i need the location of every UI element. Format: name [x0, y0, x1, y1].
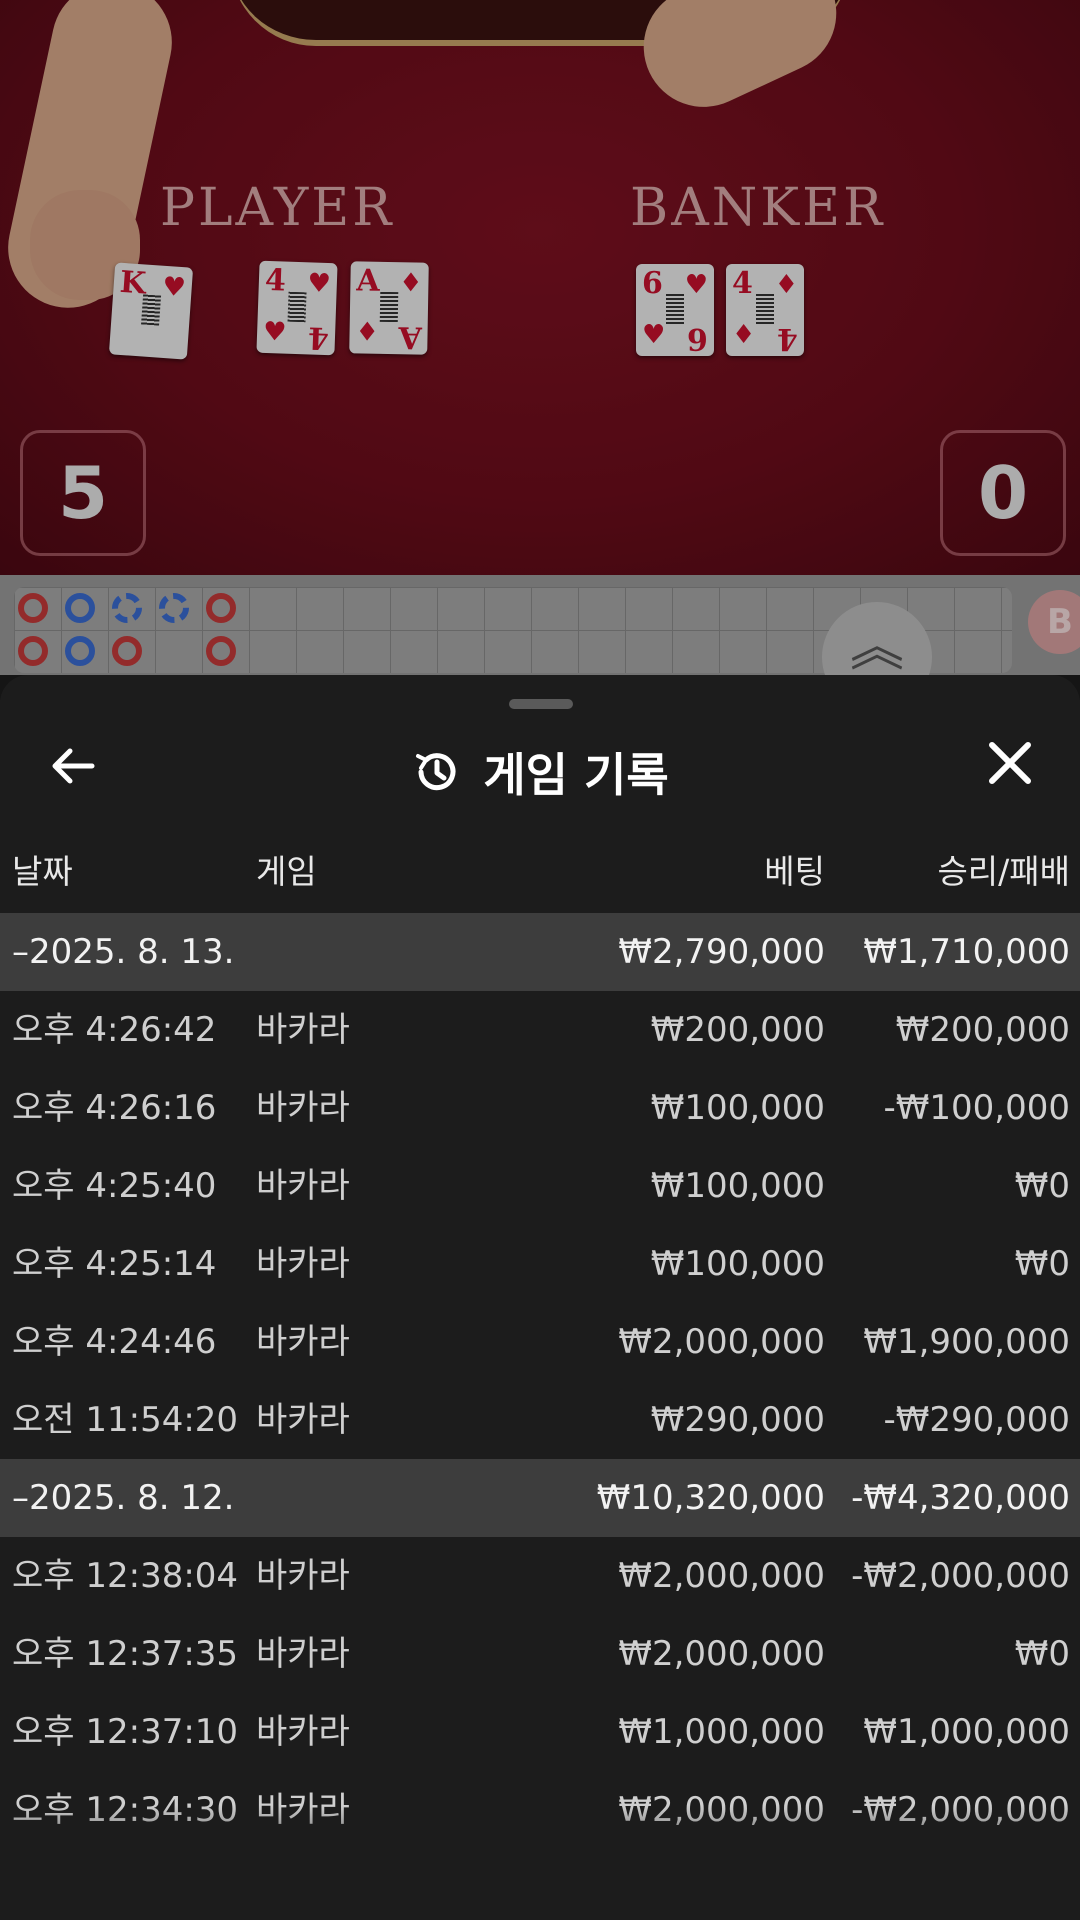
col-result: 승리/패배 — [937, 852, 1070, 891]
row-result: ₩200,000 — [895, 1010, 1070, 1050]
row-result: -₩290,000 — [883, 1400, 1071, 1440]
row-time: 오후 4:26:42 — [12, 1010, 217, 1050]
history-row[interactable]: 오후 4:25:14 바카라 ₩100,000 ₩0 — [0, 1225, 1080, 1303]
row-result: -₩2,000,000 — [851, 1556, 1070, 1596]
group-date: –2025. 8. 13. — [12, 932, 235, 972]
close-icon[interactable] — [980, 739, 1040, 799]
history-row[interactable]: 오후 12:37:10 바카라 ₩1,000,000 ₩1,000,000 — [0, 1693, 1080, 1771]
row-bet: ₩2,000,000 — [618, 1556, 825, 1596]
sheet-title: 게임 기록 — [483, 748, 669, 802]
history-row[interactable]: 오후 4:25:40 바카라 ₩100,000 ₩0 — [0, 1147, 1080, 1225]
group-result-total: -₩4,320,000 — [851, 1478, 1070, 1518]
col-date: 날짜 — [12, 852, 73, 891]
row-game: 바카라 — [256, 1556, 350, 1596]
row-bet: ₩100,000 — [650, 1166, 825, 1206]
row-time: 오후 4:24:46 — [12, 1322, 217, 1362]
row-game: 바카라 — [256, 1010, 350, 1050]
col-bet: 베팅 — [764, 852, 825, 891]
row-game: 바카라 — [256, 1400, 350, 1440]
row-bet: ₩100,000 — [650, 1244, 825, 1284]
row-result: ₩0 — [1014, 1166, 1070, 1206]
row-game: 바카라 — [256, 1322, 350, 1362]
row-game: 바카라 — [256, 1712, 350, 1752]
list-fade-overlay — [0, 1805, 1080, 1920]
group-bet-total: ₩10,320,000 — [596, 1478, 825, 1518]
row-bet: ₩100,000 — [650, 1088, 825, 1128]
background-dim — [0, 0, 1080, 700]
group-bet-total: ₩2,790,000 — [618, 932, 825, 972]
group-result-total: ₩1,710,000 — [863, 932, 1070, 972]
row-time: 오후 4:25:40 — [12, 1166, 217, 1206]
history-row[interactable]: 오후 4:24:46 바카라 ₩2,000,000 ₩1,900,000 — [0, 1303, 1080, 1381]
history-list: –2025. 8. 13. ₩2,790,000 ₩1,710,000 오후 4… — [0, 913, 1080, 1849]
sheet-title-wrap: 게임 기록 — [0, 739, 1080, 805]
row-game: 바카라 — [256, 1088, 350, 1128]
row-time: 오전 11:54:20 — [12, 1400, 239, 1440]
row-result: ₩1,000,000 — [863, 1712, 1070, 1752]
date-group-header[interactable]: –2025. 8. 13. ₩2,790,000 ₩1,710,000 — [0, 913, 1080, 991]
group-date: –2025. 8. 12. — [12, 1478, 235, 1518]
row-result: ₩0 — [1014, 1634, 1070, 1674]
drag-handle[interactable] — [509, 699, 573, 709]
history-row[interactable]: 오전 11:54:20 바카라 ₩290,000 -₩290,000 — [0, 1381, 1080, 1459]
row-game: 바카라 — [256, 1244, 350, 1284]
row-bet: ₩2,000,000 — [618, 1322, 825, 1362]
row-time: 오후 12:38:04 — [12, 1556, 239, 1596]
sheet-header: 게임 기록 — [0, 725, 1080, 815]
column-headers: 날짜 게임 베팅 승리/패배 — [0, 845, 1080, 901]
row-bet: ₩2,000,000 — [618, 1634, 825, 1674]
row-game: 바카라 — [256, 1166, 350, 1206]
col-game: 게임 — [256, 852, 317, 891]
row-result: ₩0 — [1014, 1244, 1070, 1284]
game-history-sheet: 게임 기록 날짜 게임 베팅 승리/패배 –2025. 8. 13. ₩2,79… — [0, 675, 1080, 1920]
row-result: ₩1,900,000 — [863, 1322, 1070, 1362]
row-time: 오후 4:26:16 — [12, 1088, 217, 1128]
row-time: 오후 12:37:10 — [12, 1712, 239, 1752]
history-icon — [411, 747, 461, 797]
row-bet: ₩200,000 — [650, 1010, 825, 1050]
row-bet: ₩290,000 — [650, 1400, 825, 1440]
row-time: 오후 12:37:35 — [12, 1634, 239, 1674]
history-row[interactable]: 오후 4:26:16 바카라 ₩100,000 -₩100,000 — [0, 1069, 1080, 1147]
row-game: 바카라 — [256, 1634, 350, 1674]
row-time: 오후 4:25:14 — [12, 1244, 217, 1284]
history-row[interactable]: 오후 12:38:04 바카라 ₩2,000,000 -₩2,000,000 — [0, 1537, 1080, 1615]
date-group-header[interactable]: –2025. 8. 12. ₩10,320,000 -₩4,320,000 — [0, 1459, 1080, 1537]
history-row[interactable]: 오후 12:37:35 바카라 ₩2,000,000 ₩0 — [0, 1615, 1080, 1693]
row-result: -₩100,000 — [883, 1088, 1071, 1128]
history-row[interactable]: 오후 4:26:42 바카라 ₩200,000 ₩200,000 — [0, 991, 1080, 1069]
row-bet: ₩1,000,000 — [618, 1712, 825, 1752]
